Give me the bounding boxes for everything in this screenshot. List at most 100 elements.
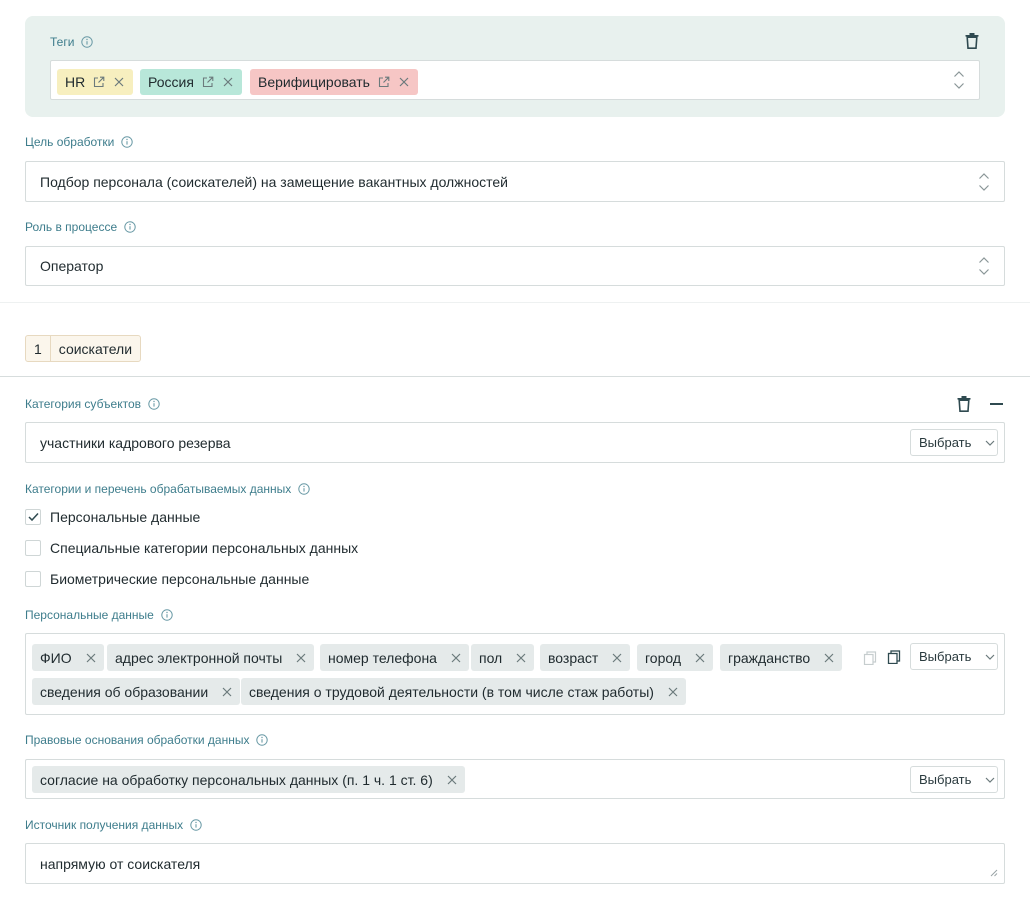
info-icon[interactable] — [121, 136, 134, 148]
remove-tag-icon[interactable] — [222, 76, 234, 88]
subject-category-label: Категория субъектов — [25, 397, 142, 411]
chip-label: сведения о трудовой деятельности (в том … — [249, 683, 654, 700]
data-categories-label-row: Категории и перечень обрабатываемых данн… — [25, 482, 311, 496]
updown-icon[interactable] — [953, 70, 965, 90]
subject-category-value: участники кадрового резерва — [40, 434, 231, 451]
remove-chip-icon[interactable] — [222, 687, 232, 697]
role-label: Роль в процессе — [25, 220, 118, 234]
chip-label: номер телефона — [328, 649, 437, 666]
delete-subject-icon[interactable] — [957, 396, 971, 412]
tag-label: Верифицировать — [258, 74, 370, 90]
resize-handle-icon[interactable] — [990, 869, 998, 877]
checkbox[interactable] — [25, 571, 41, 587]
remove-tag-icon[interactable] — [398, 76, 410, 88]
purpose-label-row: Цель обработки — [25, 135, 134, 149]
remove-chip-icon[interactable] — [451, 653, 461, 663]
chip-label: ФИО — [40, 649, 72, 666]
subject-category-label-row: Категория субъектов — [25, 397, 160, 411]
data-categories-label: Категории и перечень обрабатываемых данн… — [25, 482, 292, 496]
info-icon[interactable] — [81, 36, 94, 48]
info-icon[interactable] — [190, 819, 202, 831]
data-chip: город — [637, 644, 714, 671]
copy-disabled-icon — [863, 651, 877, 665]
data-chip: ФИО — [32, 644, 104, 671]
updown-icon[interactable] — [978, 172, 990, 192]
choose-button[interactable]: Выбрать — [910, 429, 998, 456]
tag-label: HR — [65, 74, 86, 90]
purpose-label: Цель обработки — [25, 135, 115, 149]
tags-label: Теги — [50, 35, 75, 49]
choose-button-label: Выбрать — [919, 772, 972, 787]
data-source-value: напрямую от соискателя — [40, 855, 201, 872]
data-chip: гражданство — [720, 644, 843, 671]
legal-basis-label: Правовые основания обработки данных — [25, 733, 250, 747]
info-icon[interactable] — [148, 398, 160, 410]
delete-tags-icon[interactable] — [965, 33, 979, 49]
remove-chip-icon[interactable] — [668, 687, 678, 697]
personal-data-label-row: Персональные данные — [25, 608, 173, 622]
collapse-icon[interactable] — [990, 403, 1003, 405]
tags-card: Теги HR Россия Верифицировать — [25, 16, 1005, 117]
remove-chip-icon[interactable] — [296, 653, 306, 663]
purpose-select[interactable]: Подбор персонала (соискателей) на замеще… — [25, 161, 1005, 202]
info-icon[interactable] — [298, 483, 311, 495]
choose-button[interactable]: Выбрать — [910, 766, 998, 793]
choose-button-label: Выбрать — [919, 435, 972, 450]
data-source-label: Источник получения данных — [25, 818, 184, 832]
chip-label: согласие на обработку персональных данны… — [40, 771, 433, 788]
remove-chip-icon[interactable] — [824, 653, 834, 663]
choose-button[interactable]: Выбрать — [910, 643, 998, 670]
personal-data-label: Персональные данные — [25, 608, 154, 622]
checkbox-personal-data[interactable]: Персональные данные — [25, 509, 200, 525]
info-icon[interactable] — [256, 734, 269, 746]
checkbox-label: Специальные категории персональных данны… — [50, 540, 359, 556]
personal-data-multiselect[interactable]: ФИО адрес электронной почты номер телефо… — [25, 633, 1005, 715]
tags-select[interactable]: HR Россия Верифицировать — [50, 60, 980, 100]
checkbox-label: Персональные данные — [50, 509, 201, 525]
tag-chip: Россия — [140, 69, 242, 95]
chip-label: адрес электронной почты — [115, 649, 283, 666]
checkbox-special-categories[interactable]: Специальные категории персональных данны… — [25, 540, 358, 556]
chip-label: сведения об образовании — [40, 683, 209, 700]
remove-chip-icon[interactable] — [516, 653, 526, 663]
chip-label: город — [645, 649, 682, 666]
data-chip: номер телефона — [320, 644, 469, 671]
checkbox[interactable] — [25, 509, 41, 525]
remove-chip-icon[interactable] — [612, 653, 622, 663]
chevron-down-icon — [985, 777, 995, 783]
role-label-row: Роль в процессе — [25, 220, 136, 234]
edit-icon[interactable] — [202, 76, 214, 88]
data-source-label-row: Источник получения данных — [25, 818, 202, 832]
edit-icon[interactable] — [93, 76, 105, 88]
subject-name: соискатели — [58, 340, 133, 357]
paste-icon[interactable] — [887, 650, 901, 664]
chevron-down-icon — [985, 654, 995, 660]
updown-icon[interactable] — [978, 256, 990, 276]
data-chip: согласие на обработку персональных данны… — [32, 766, 465, 793]
subject-tab[interactable]: 1 соискатели — [25, 335, 142, 362]
tags-label-row: Теги — [50, 35, 94, 49]
data-chip: сведения об образовании — [32, 678, 241, 705]
subject-category-select[interactable]: участники кадрового резерва Выбрать — [25, 422, 1005, 463]
info-icon[interactable] — [161, 609, 173, 621]
remove-chip-icon[interactable] — [86, 653, 96, 663]
chevron-down-icon — [985, 440, 995, 446]
remove-chip-icon[interactable] — [447, 775, 457, 785]
info-icon[interactable] — [124, 221, 136, 233]
legal-basis-label-row: Правовые основания обработки данных — [25, 733, 269, 747]
remove-tag-icon[interactable] — [113, 76, 125, 88]
data-source-textarea[interactable]: напрямую от соискателя — [25, 843, 1005, 884]
tag-chip: Верифицировать — [250, 69, 418, 95]
section-divider — [0, 376, 1030, 377]
remove-chip-icon[interactable] — [695, 653, 705, 663]
chip-label: возраст — [548, 649, 599, 666]
legal-basis-multiselect[interactable]: согласие на обработку персональных данны… — [25, 759, 1005, 799]
edit-icon[interactable] — [378, 76, 390, 88]
chip-label: гражданство — [728, 649, 811, 666]
role-select[interactable]: Оператор — [25, 246, 1005, 286]
checkbox[interactable] — [25, 540, 41, 556]
checkbox-biometric[interactable]: Биометрические персональные данные — [25, 571, 309, 587]
choose-button-label: Выбрать — [919, 649, 972, 664]
role-value: Оператор — [40, 258, 104, 274]
data-chip: сведения о трудовой деятельности (в том … — [241, 678, 686, 705]
